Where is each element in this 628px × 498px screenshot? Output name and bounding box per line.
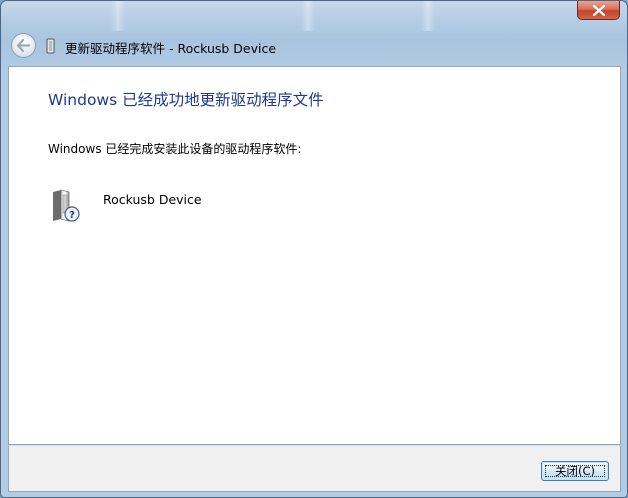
content-pane: Windows 已经成功地更新驱动程序文件 Windows 已经完成安装此设备的… bbox=[8, 66, 621, 445]
navigation-bar: 更新驱动程序软件 - Rockusb Device bbox=[1, 29, 627, 65]
device-name: Rockusb Device bbox=[103, 192, 202, 207]
dialog-window: 更新驱动程序软件 - Rockusb Device Windows 已经成功地更… bbox=[0, 0, 628, 498]
title-bar[interactable] bbox=[1, 1, 627, 29]
svg-text:?: ? bbox=[69, 210, 75, 221]
page-heading: Windows 已经成功地更新驱动程序文件 bbox=[48, 91, 324, 109]
close-icon bbox=[592, 4, 605, 16]
window-title: 更新驱动程序软件 - Rockusb Device bbox=[65, 41, 277, 56]
unknown-device-icon: ? bbox=[53, 189, 80, 222]
close-button[interactable]: 关闭(C) bbox=[541, 461, 609, 481]
status-message: Windows 已经完成安装此设备的驱动程序软件: bbox=[48, 142, 302, 156]
back-button[interactable] bbox=[11, 33, 36, 58]
button-bar: 关闭(C) bbox=[8, 445, 621, 492]
window-close-button[interactable] bbox=[577, 1, 620, 20]
focus-ring bbox=[545, 465, 605, 477]
back-arrow-icon bbox=[16, 39, 31, 52]
usb-device-icon bbox=[46, 38, 55, 54]
